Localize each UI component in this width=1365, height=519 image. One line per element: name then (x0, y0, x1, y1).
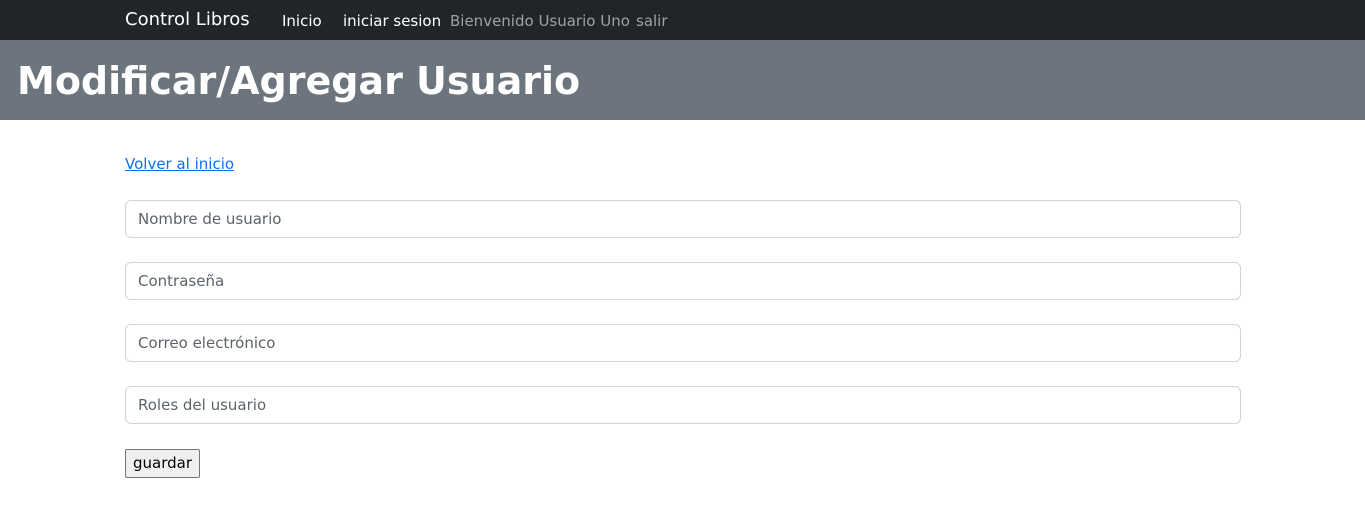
nav-link-salir[interactable]: salir (636, 12, 668, 30)
back-to-home-link[interactable]: Volver al inicio (125, 155, 234, 173)
roles-input[interactable] (125, 386, 1241, 424)
username-input[interactable] (125, 200, 1241, 238)
top-navbar: Control Libros Inicio iniciar sesion Bie… (0, 0, 1365, 40)
email-input[interactable] (125, 324, 1241, 362)
save-button[interactable]: guardar (125, 449, 201, 478)
welcome-user-text: Bienvenido Usuario Uno (450, 12, 630, 30)
password-input[interactable] (125, 262, 1241, 300)
brand-link[interactable]: Control Libros (125, 9, 250, 31)
nav-link-iniciar-sesion[interactable]: iniciar sesion (343, 12, 441, 30)
page-title: Modificar/Agregar Usuario (17, 59, 581, 103)
nav-link-inicio[interactable]: Inicio (282, 12, 322, 30)
page-header: Modificar/Agregar Usuario (0, 40, 1365, 120)
